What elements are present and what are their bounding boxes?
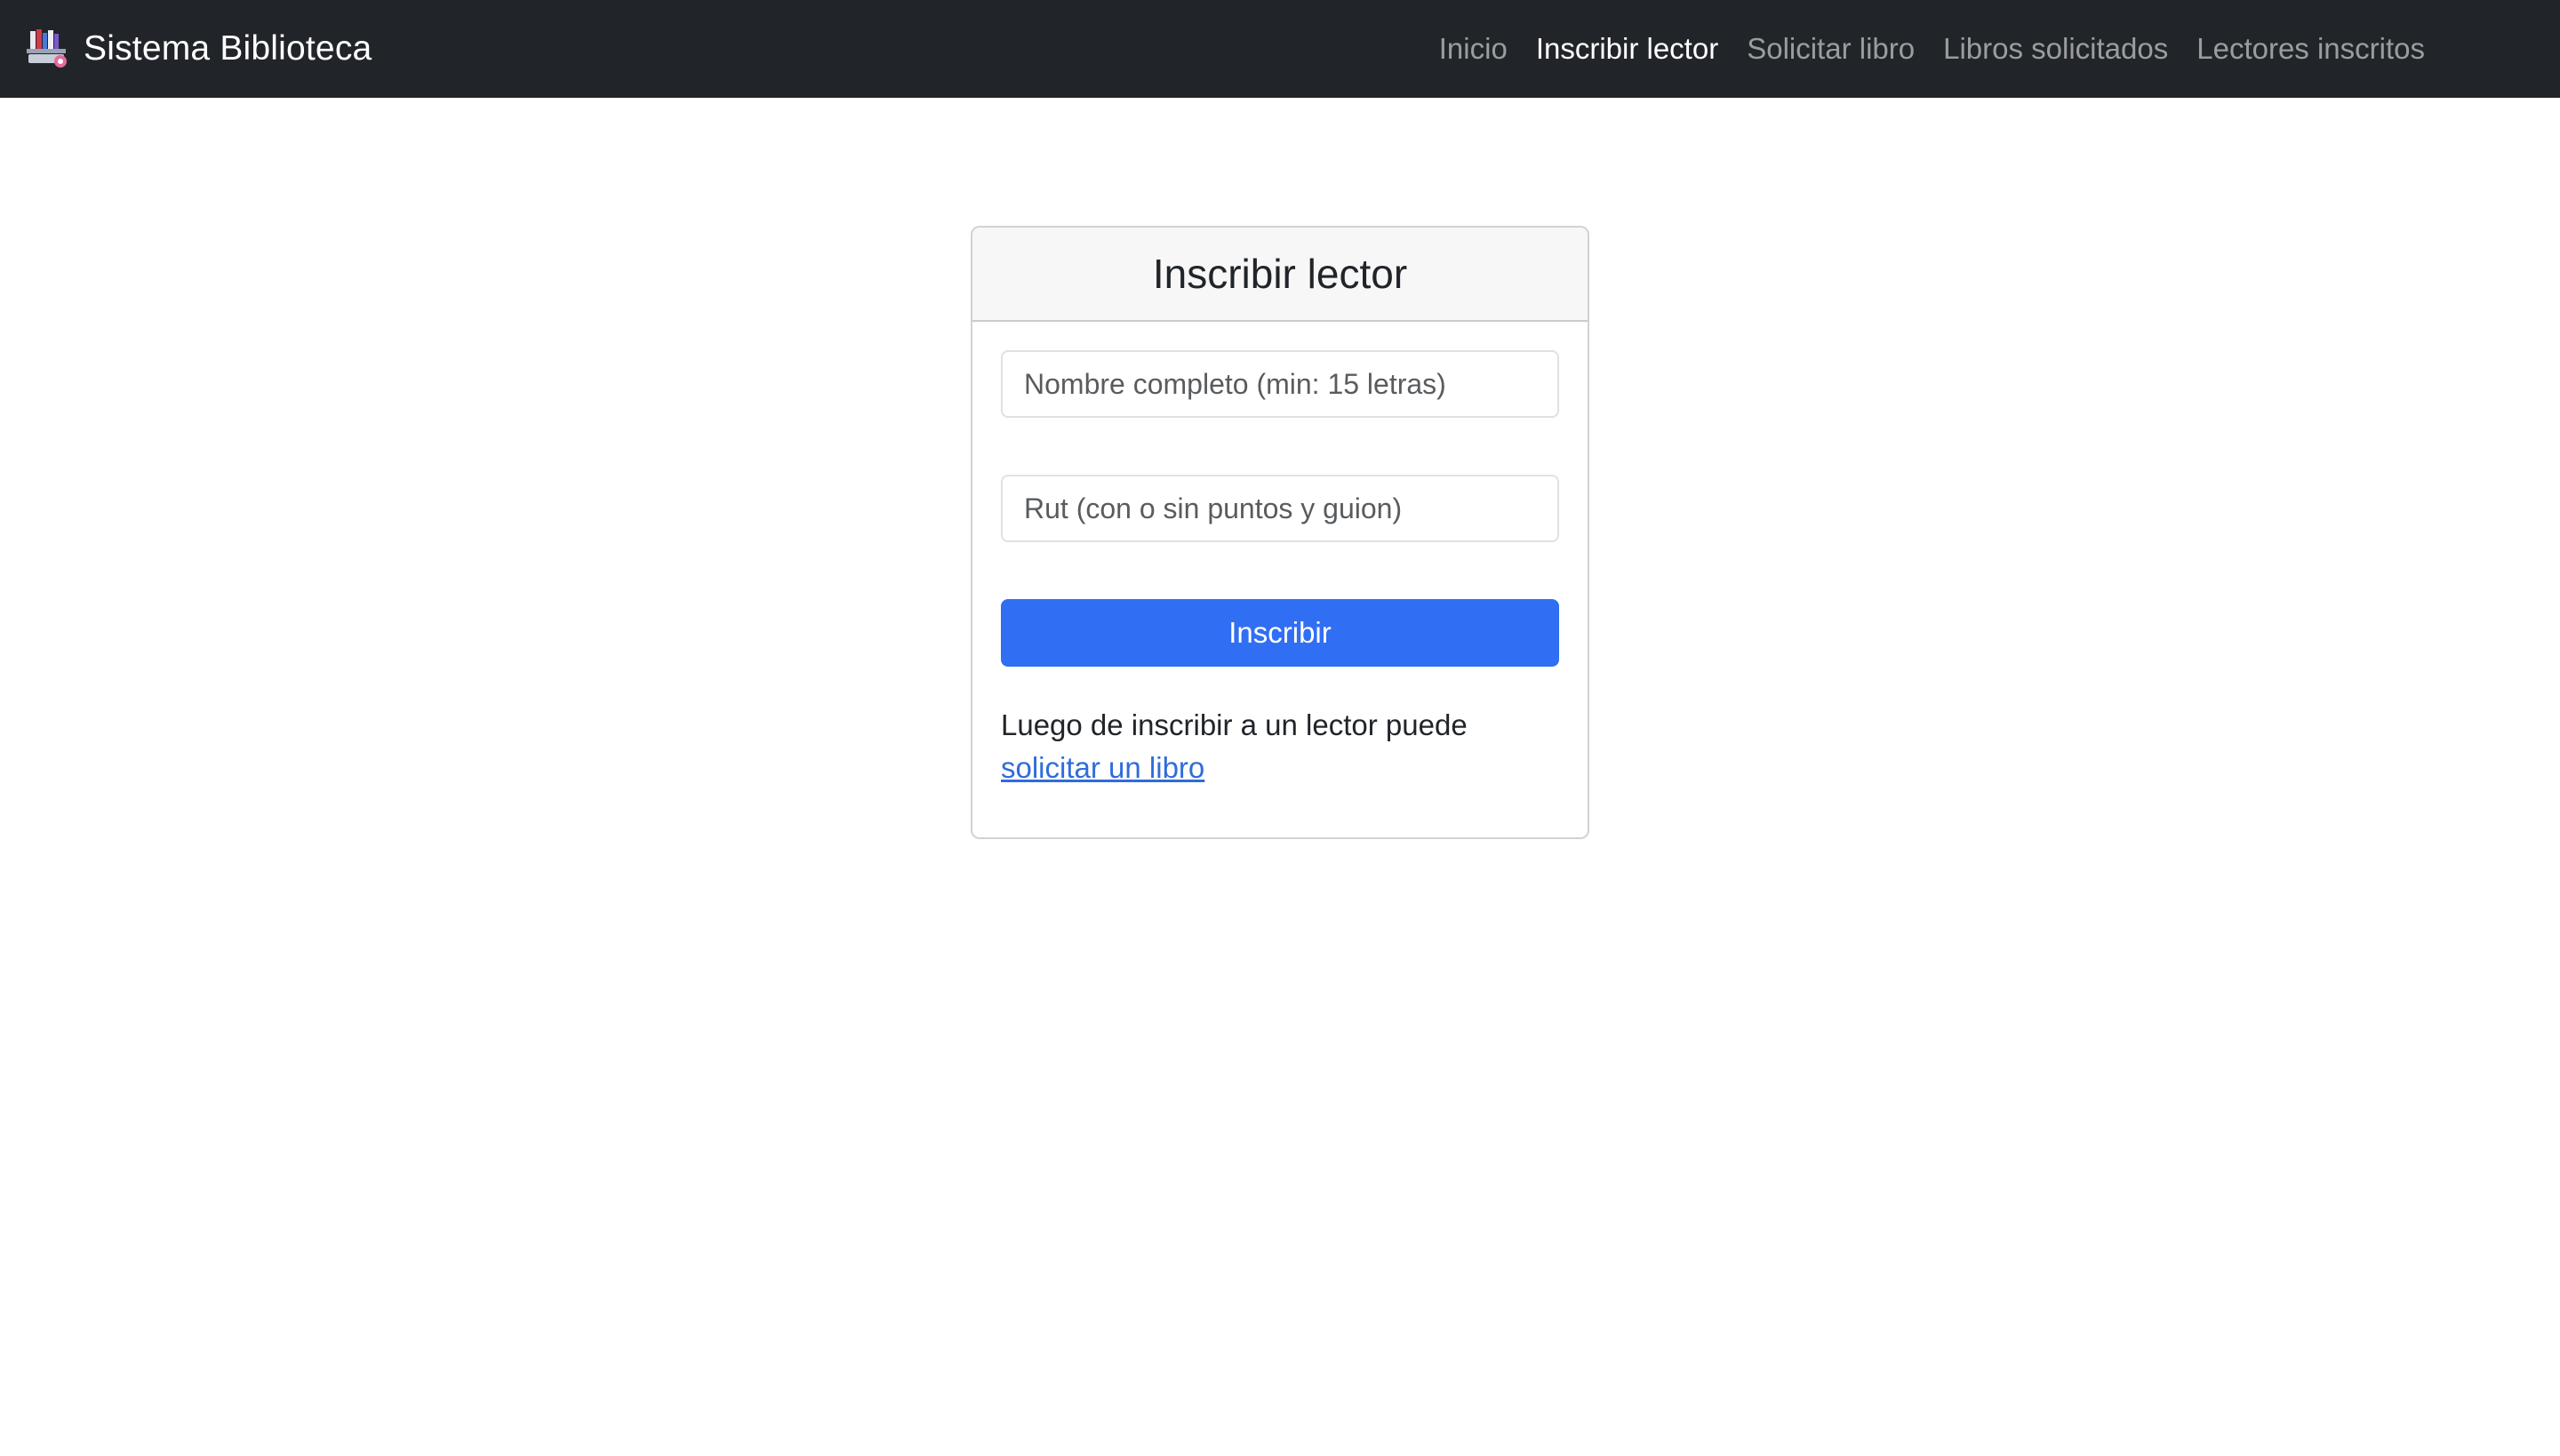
nav-links: Inicio Inscribir lector Solicitar libro … xyxy=(1425,0,2439,98)
library-logo-icon xyxy=(27,29,67,68)
solicitar-libro-link[interactable]: solicitar un libro xyxy=(1001,751,1204,784)
nav-link-solicitar-libro[interactable]: Solicitar libro xyxy=(1732,32,1929,66)
nav-link-inicio[interactable]: Inicio xyxy=(1425,32,1522,66)
nombre-completo-input[interactable] xyxy=(1001,350,1559,418)
inscribir-lector-card: Inscribir lector Inscribir Luego de insc… xyxy=(971,226,1589,839)
inscribir-button[interactable]: Inscribir xyxy=(1001,599,1559,667)
brand-title: Sistema Biblioteca xyxy=(84,29,372,68)
rut-input[interactable] xyxy=(1001,475,1559,542)
navbar: Sistema Biblioteca Inicio Inscribir lect… xyxy=(0,0,2560,98)
nav-link-lectores-inscritos[interactable]: Lectores inscritos xyxy=(2182,32,2439,66)
help-text: Luego de inscribir a un lector puede xyxy=(1001,708,1468,741)
nav-link-inscribir-lector[interactable]: Inscribir lector xyxy=(1522,32,1732,66)
card-title: Inscribir lector xyxy=(1152,251,1408,297)
help-message: Luego de inscribir a un lector puede sol… xyxy=(1001,704,1570,789)
card-header: Inscribir lector xyxy=(972,228,1588,322)
brand[interactable]: Sistema Biblioteca xyxy=(25,0,372,98)
nav-link-libros-solicitados[interactable]: Libros solicitados xyxy=(1929,32,2182,66)
